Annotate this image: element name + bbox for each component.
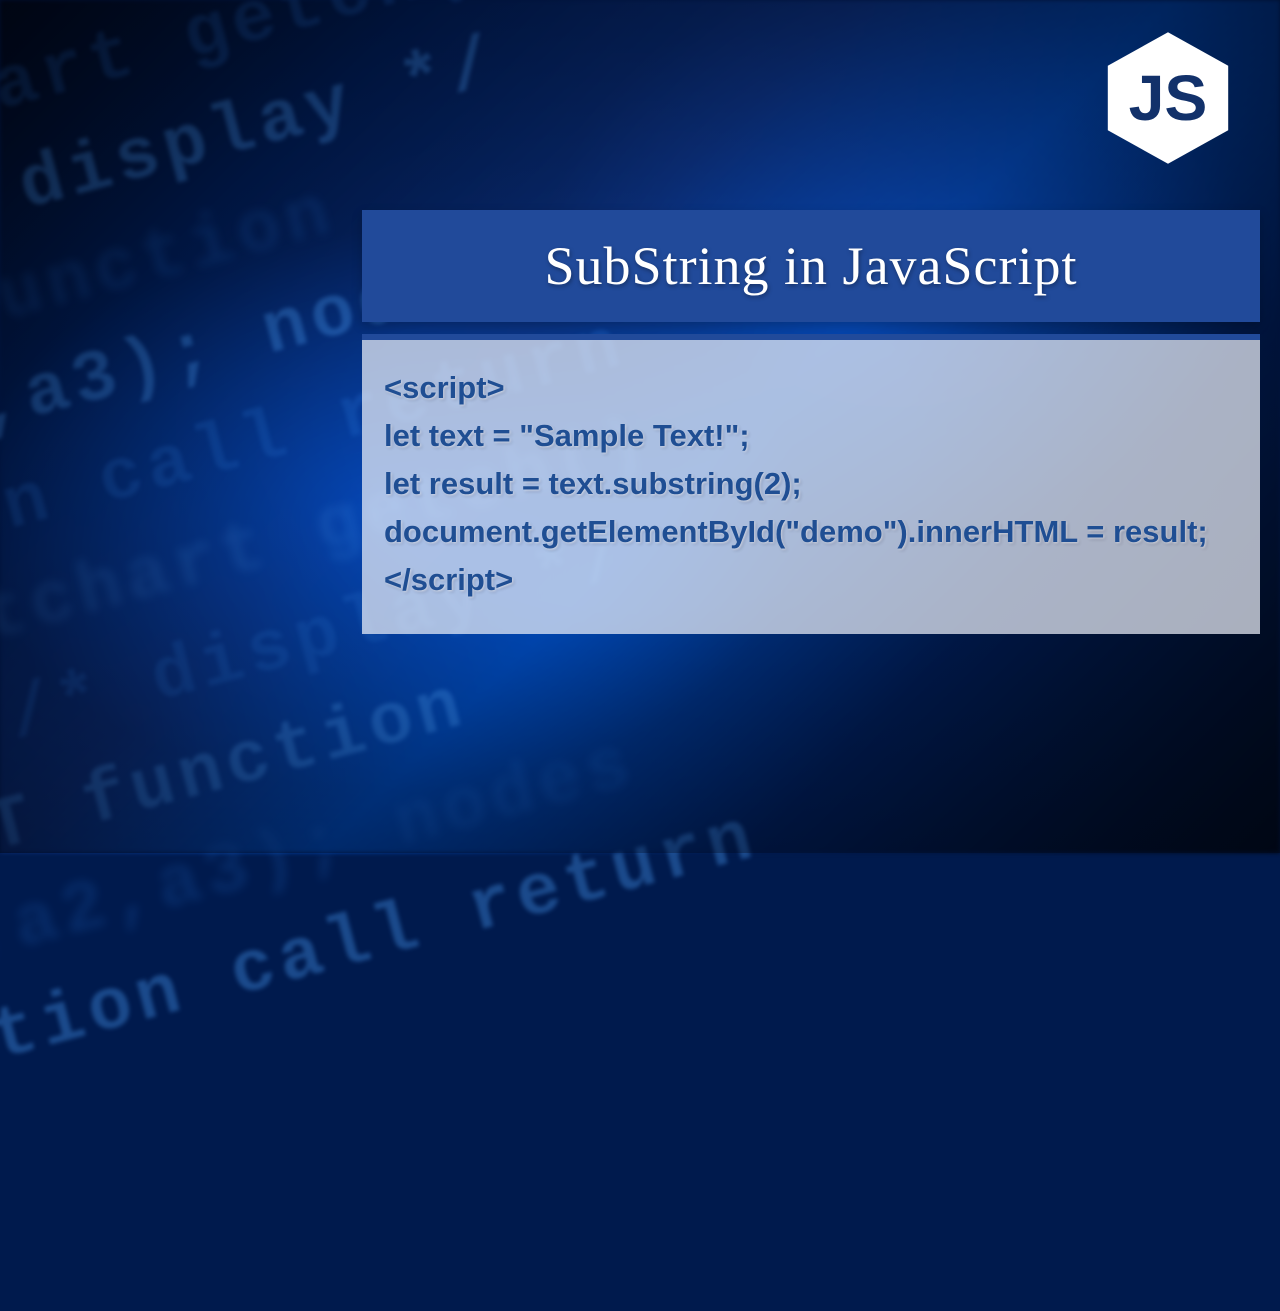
code-line: let text = "Sample Text!"; (384, 412, 1238, 460)
code-line: <script> (384, 364, 1238, 412)
page-title: SubString in JavaScript (545, 235, 1078, 297)
logo-text: JS (1129, 62, 1208, 134)
code-panel: <script> let text = "Sample Text!"; let … (362, 340, 1260, 634)
js-logo-icon: JS (1098, 28, 1238, 168)
code-line: document.getElementById("demo").innerHTM… (384, 508, 1238, 556)
code-line: </script> (384, 556, 1238, 604)
code-line: let result = text.substring(2); (384, 460, 1238, 508)
title-bar: SubString in JavaScript (362, 210, 1260, 322)
